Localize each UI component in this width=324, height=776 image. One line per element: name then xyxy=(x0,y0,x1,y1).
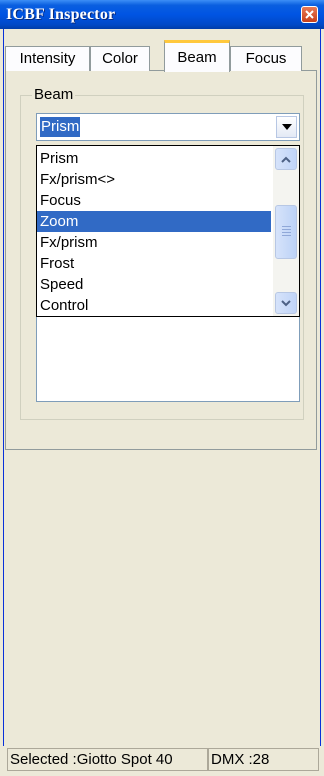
tab-beam[interactable]: Beam xyxy=(164,40,230,72)
inspector-window: ICBF Inspector Intensity Color Beam Focu… xyxy=(0,0,324,776)
dropdown-option-frost[interactable]: Frost xyxy=(37,253,271,274)
dropdown-scrollbar[interactable] xyxy=(273,146,299,316)
beam-list-area[interactable] xyxy=(36,317,300,402)
tab-focus[interactable]: Focus xyxy=(230,46,302,71)
dropdown-option-zoom[interactable]: Zoom xyxy=(37,211,271,232)
tab-intensity[interactable]: Intensity xyxy=(5,46,90,71)
status-dmx: DMX :28 xyxy=(208,748,319,771)
window-title: ICBF Inspector xyxy=(6,6,116,23)
combo-dropdown-button[interactable] xyxy=(276,116,297,138)
scroll-down-button[interactable] xyxy=(275,292,297,314)
title-bar[interactable]: ICBF Inspector xyxy=(0,0,324,29)
dropdown-option-focus[interactable]: Focus xyxy=(37,190,271,211)
tab-label: Color xyxy=(102,50,138,67)
chevron-down-icon xyxy=(281,299,291,306)
close-icon xyxy=(305,10,314,19)
grip-line xyxy=(282,229,291,230)
tab-label: Focus xyxy=(245,50,287,67)
status-bar: Selected :Giotto Spot 40 DMX :28 xyxy=(3,746,321,773)
scroll-thumb[interactable] xyxy=(275,205,297,259)
combo-selected-value: Prism xyxy=(40,117,81,137)
beam-group-label: Beam xyxy=(32,86,76,104)
dropdown-option-fx-prism[interactable]: Fx/prism xyxy=(37,232,271,253)
tab-label: Intensity xyxy=(19,50,76,67)
dropdown-option-control[interactable]: Control xyxy=(37,295,271,316)
grip-line xyxy=(282,232,291,233)
dropdown-option-prism[interactable]: Prism xyxy=(37,148,271,169)
dropdown-option-fx-prism-arrows[interactable]: Fx/prism<> xyxy=(37,169,271,190)
close-button[interactable] xyxy=(301,6,318,23)
chevron-down-icon xyxy=(281,124,292,130)
scroll-up-button[interactable] xyxy=(275,148,297,170)
grip-line xyxy=(282,235,291,236)
tab-strip: Intensity Color Beam Focus xyxy=(5,35,319,72)
tab-label: Beam xyxy=(177,49,217,66)
grip-line xyxy=(282,226,291,227)
status-selected: Selected :Giotto Spot 40 xyxy=(7,748,208,771)
dropdown-option-speed[interactable]: Speed xyxy=(37,274,271,295)
beam-combobox[interactable]: Prism xyxy=(36,113,300,141)
tab-color[interactable]: Color xyxy=(90,46,150,71)
beam-dropdown-list: Prism Fx/prism<> Focus Zoom Fx/prism Fro… xyxy=(36,145,300,317)
chevron-up-icon xyxy=(281,156,291,163)
